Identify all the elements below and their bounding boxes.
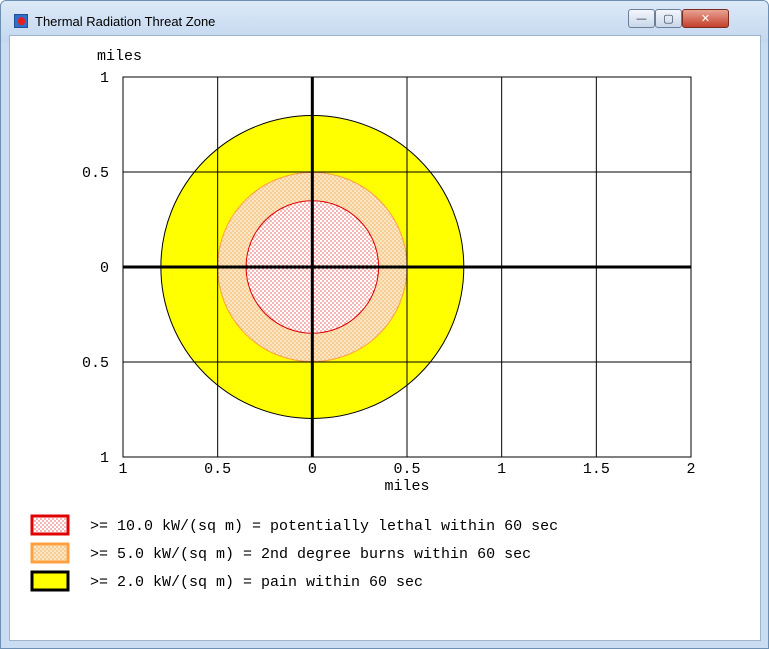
legend-label-0: >= 10.0 kW/(sq m) = potentially lethal w…: [90, 518, 558, 535]
window-title: Thermal Radiation Threat Zone: [35, 14, 216, 29]
y-tick-label-0: 1: [100, 70, 109, 87]
x-tick-label-2: 0: [308, 461, 317, 478]
legend-label-1: >= 5.0 kW/(sq m) = 2nd degree burns with…: [90, 546, 531, 563]
x-axis-label: miles: [384, 478, 429, 495]
y-axis-label: miles: [97, 48, 142, 65]
chart-area: 1 0.5 0 0.5 1 1.5 2 1 0.5 0 0.5 1 miles miles >= 10.0…: [9, 35, 761, 641]
legend-label-2: >= 2.0 kW/(sq m) = pain within 60 sec: [90, 574, 423, 591]
legend-swatch-2: [30, 570, 70, 592]
x-tick-label-0: 1: [118, 461, 127, 478]
y-tick-label-3: 0.5: [82, 355, 109, 372]
maximize-button[interactable]: ▢: [655, 9, 682, 28]
app-window: Thermal Radiation Threat Zone — ▢ ✕ 1 0.…: [0, 0, 769, 649]
threat-zone-chart: 1 0.5 0 0.5 1 1.5 2 1 0.5 0 0.5 1 miles miles >= 10.0…: [30, 48, 696, 592]
close-button[interactable]: ✕: [682, 9, 729, 28]
app-icon: [14, 14, 28, 28]
y-tick-label-4: 1: [100, 450, 109, 467]
y-tick-label-1: 0.5: [82, 165, 109, 182]
legend-swatch-1: [30, 542, 70, 564]
y-tick-label-2: 0: [100, 260, 109, 277]
x-tick-label-1: 0.5: [204, 461, 231, 478]
minimize-button[interactable]: —: [628, 9, 655, 28]
legend-swatch-0: [30, 514, 70, 536]
x-tick-label-3: 0.5: [393, 461, 420, 478]
x-tick-label-4: 1: [497, 461, 506, 478]
x-tick-label-6: 2: [686, 461, 695, 478]
x-tick-label-5: 1.5: [583, 461, 610, 478]
